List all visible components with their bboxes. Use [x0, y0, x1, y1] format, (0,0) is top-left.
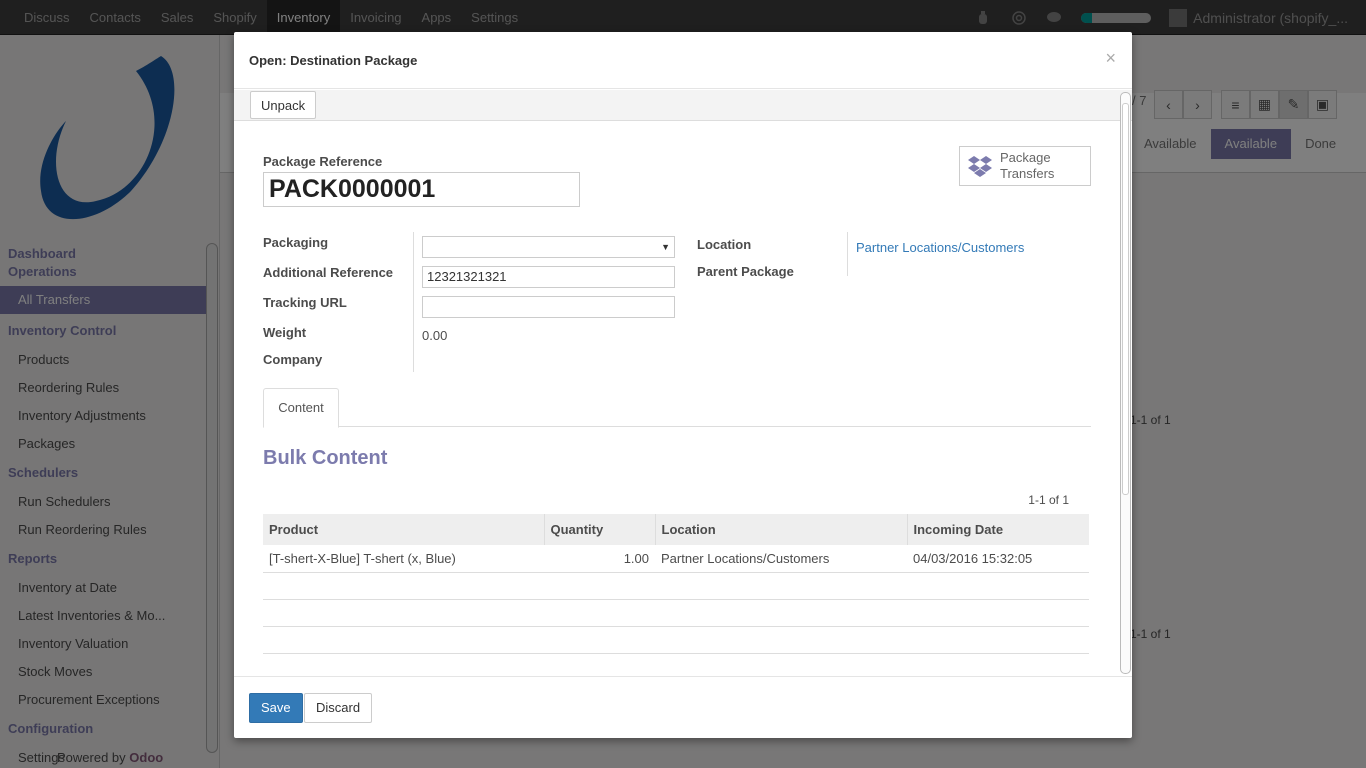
- column-location[interactable]: Location: [655, 514, 908, 545]
- table-row-empty: [263, 626, 1089, 654]
- smart-button-line2: Transfers: [1000, 166, 1055, 181]
- column-incoming-date[interactable]: Incoming Date: [907, 514, 1089, 545]
- unpack-button[interactable]: Unpack: [250, 91, 317, 119]
- dialog-title: Open: Destination Package: [249, 53, 418, 68]
- save-button[interactable]: Save: [249, 693, 303, 723]
- table-row-empty: [263, 572, 1089, 600]
- table-row[interactable]: [T-shert-X-Blue] T-shert (x, Blue) 1.00 …: [263, 545, 1089, 573]
- additional-reference-input[interactable]: 12321321321: [422, 266, 675, 288]
- cell-product: [T-shert-X-Blue] T-shert (x, Blue): [263, 545, 544, 573]
- close-icon[interactable]: ×: [1105, 48, 1116, 69]
- company-label: Company: [263, 352, 323, 367]
- tracking-url-label: Tracking URL: [263, 295, 347, 310]
- package-reference-input[interactable]: PACK0000001: [263, 172, 580, 207]
- packaging-label: Packaging: [263, 235, 329, 250]
- packaging-select[interactable]: ▼: [422, 236, 675, 258]
- column-product[interactable]: Product: [263, 514, 545, 545]
- parent-package-label: Parent Package: [697, 264, 794, 279]
- table-row-empty: [263, 599, 1089, 627]
- location-link[interactable]: Partner Locations/Customers: [856, 240, 1024, 255]
- additional-reference-label: Additional Reference: [263, 265, 394, 280]
- dropbox-icon: [968, 156, 992, 177]
- location-label: Location: [697, 237, 752, 252]
- weight-label: Weight: [263, 325, 307, 340]
- weight-value: 0.00: [422, 328, 448, 343]
- discard-button[interactable]: Discard: [304, 693, 373, 723]
- bulk-content-title: Bulk Content: [263, 447, 388, 469]
- cell-quantity: 1.00: [544, 545, 655, 573]
- package-reference-label: Package Reference: [263, 154, 383, 169]
- dropdown-arrow-icon: ▼: [661, 242, 670, 252]
- package-transfers-button[interactable]: Package Transfers: [959, 146, 1091, 186]
- column-quantity[interactable]: Quantity: [544, 514, 656, 545]
- cell-location: Partner Locations/Customers: [655, 545, 907, 573]
- list-pager[interactable]: 1-1 of 1: [1028, 493, 1069, 507]
- bulk-content-table: Product Quantity Location Incoming Date …: [263, 514, 1089, 654]
- cell-incoming-date: 04/03/2016 15:32:05: [907, 545, 1089, 573]
- smart-button-line1: Package: [1000, 150, 1051, 165]
- notebook-tabs: Content: [263, 388, 1091, 428]
- package-dialog: Open: Destination Package × Unpack Packa…: [234, 32, 1132, 738]
- tracking-url-input[interactable]: [422, 296, 675, 318]
- tab-content[interactable]: Content: [263, 388, 339, 428]
- dialog-scrollbar[interactable]: [1120, 92, 1131, 674]
